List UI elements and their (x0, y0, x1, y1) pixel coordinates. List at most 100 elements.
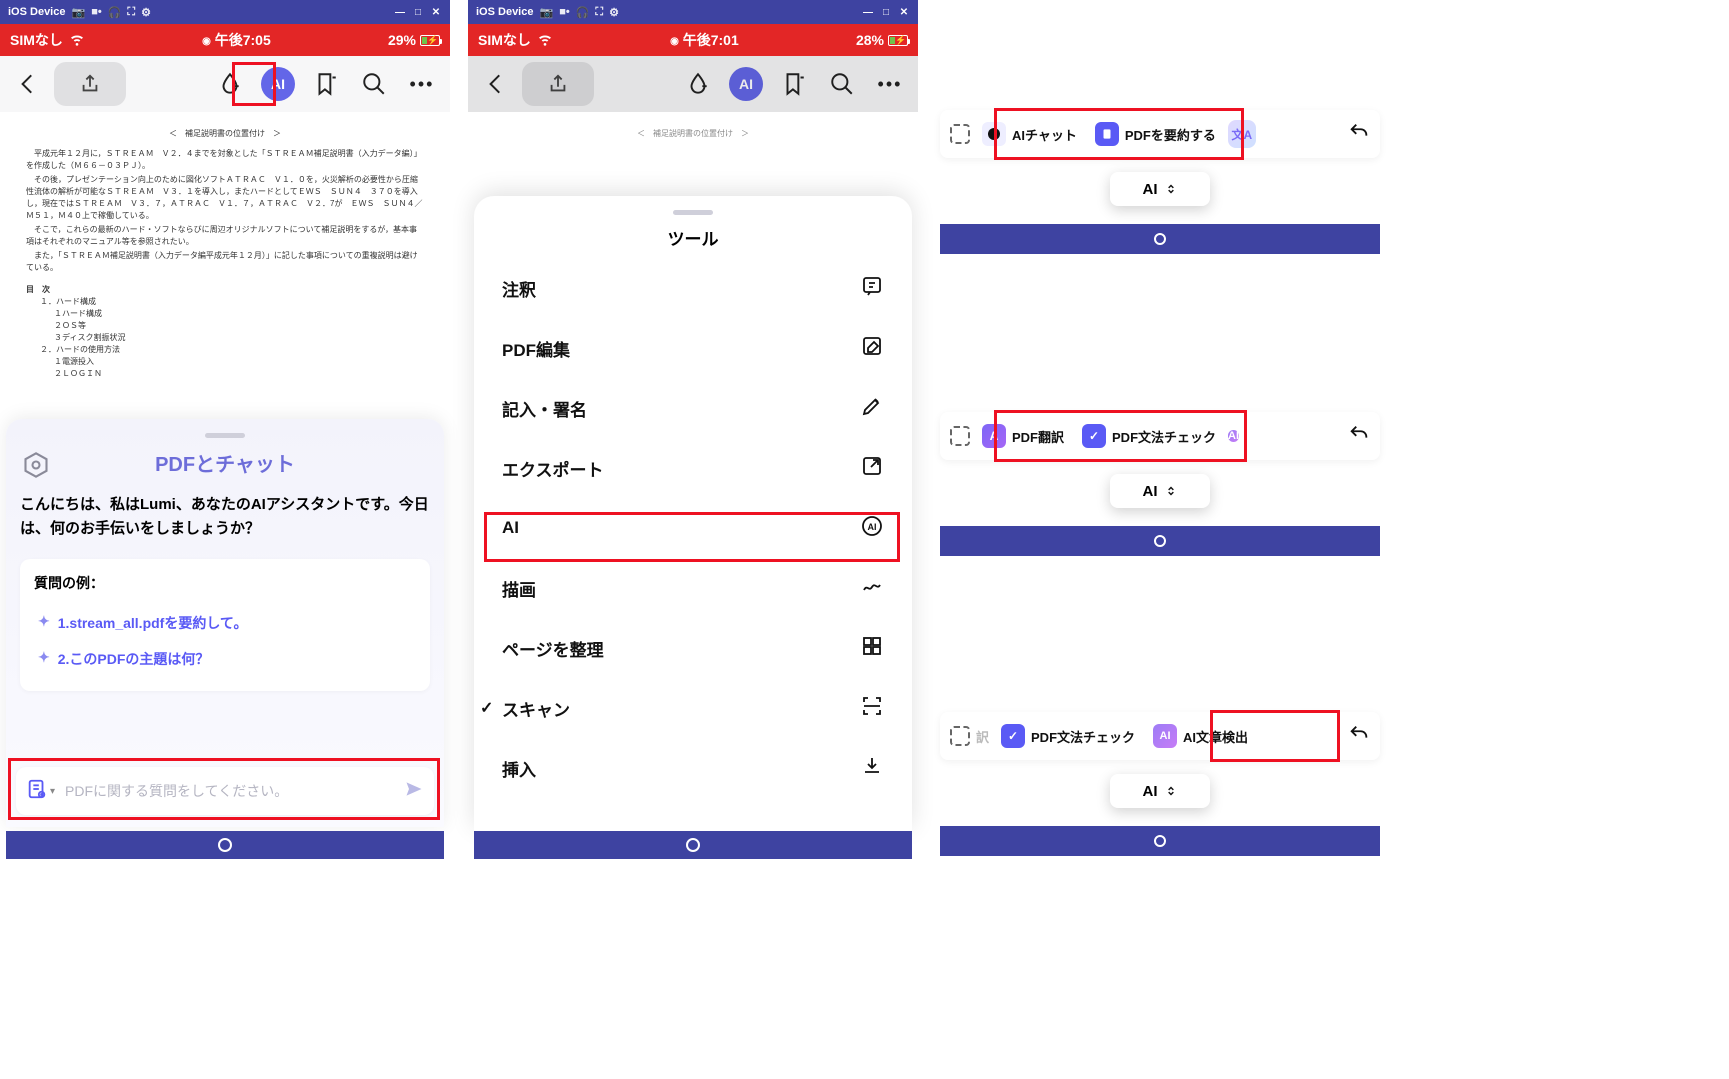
translate-badge-icon[interactable]: 文A (1228, 120, 1256, 148)
search-button[interactable] (352, 62, 396, 106)
status-bar: SIMなし ◉ 午後7:01 28% ⚡ (468, 24, 918, 56)
tool-annotate[interactable]: 注釈 (474, 258, 912, 318)
close-button[interactable]: ✕ (898, 6, 910, 18)
nav-bar (6, 831, 444, 859)
example-prompt[interactable]: ✦ 2.このPDFの主題は何？ (34, 641, 416, 677)
truncated-text: 訳 (976, 727, 989, 746)
pdf-background: ＜ 補足説明書の位置付け ＞ (468, 112, 918, 155)
chip-grammar[interactable]: ✓ PDF文法チェック (1076, 420, 1222, 452)
battery-percent: 29% (388, 32, 416, 48)
check-icon: ✓ (1082, 424, 1106, 448)
back-button[interactable] (474, 62, 518, 106)
home-indicator-icon[interactable] (1154, 535, 1166, 547)
drag-handle[interactable] (673, 210, 713, 215)
toc-item: ２ＯＳ等 (54, 320, 424, 332)
pdf-para: その後，プレゼンテーション向上のために図化ソフトＡＴＲＡＣ Ｖ１．０を，火災解析… (26, 174, 424, 222)
ai-popover[interactable]: AI (1110, 774, 1210, 808)
maximize-button[interactable]: □ (412, 6, 424, 18)
scribble-icon (860, 574, 884, 603)
check-icon: ✓ (1001, 724, 1025, 748)
ai-button[interactable]: AI (256, 62, 300, 106)
pdf-para: そこで，これらの最新のハード・ソフトならびに周辺オリジナルソフトについて補足説明… (26, 224, 424, 248)
minimize-button[interactable]: — (862, 6, 874, 18)
select-icon[interactable] (950, 426, 970, 446)
home-indicator-icon[interactable] (1154, 233, 1166, 245)
mini-toolbar: 訳 ✓ PDF文法チェック AI AI文章検出 (940, 712, 1380, 760)
ai-popover[interactable]: AI (1110, 474, 1210, 508)
chip-ai-detect[interactable]: AI AI文章検出 (1147, 720, 1254, 752)
undo-button[interactable] (1348, 723, 1370, 750)
chip-translate[interactable]: A PDF翻訳 (976, 420, 1070, 452)
toc-title: 目 次 (26, 284, 424, 296)
drag-handle[interactable] (205, 433, 245, 438)
tool-scan[interactable]: ✓ スキャン (474, 678, 912, 738)
select-icon[interactable] (950, 124, 970, 144)
home-indicator-icon[interactable] (686, 838, 700, 852)
ai-badge-icon[interactable]: AI (1228, 430, 1239, 442)
camera-icon[interactable]: 📷 (539, 6, 553, 19)
tool-export[interactable]: エクスポート (474, 438, 912, 498)
picker-caret-icon[interactable]: ▾ (50, 786, 55, 797)
video-icon[interactable]: ■• (559, 6, 570, 18)
bookmark-button[interactable] (304, 62, 348, 106)
undo-button[interactable] (1348, 121, 1370, 148)
share-button[interactable] (522, 62, 594, 106)
chat-input[interactable] (65, 783, 404, 799)
chat-title: PDFとチャット (20, 448, 430, 477)
tool-edit[interactable]: PDF編集 (474, 318, 912, 378)
chat-greeting: こんにちは、私はLumi、あなたのAIアシスタントです。今日は、何のお手伝いをし… (20, 493, 430, 541)
undo-button[interactable] (1348, 423, 1370, 450)
maximize-button[interactable]: □ (880, 6, 892, 18)
bookmark-button[interactable] (772, 62, 816, 106)
more-button[interactable]: ••• (868, 62, 912, 106)
doc-picker-icon[interactable] (26, 778, 48, 805)
select-icon[interactable] (950, 726, 970, 746)
robot-icon (982, 122, 1006, 146)
minimize-button[interactable]: — (394, 6, 406, 18)
ink-button[interactable] (676, 62, 720, 106)
more-button[interactable]: ••• (400, 62, 444, 106)
ai-button[interactable]: AI (724, 62, 768, 106)
send-button[interactable] (404, 779, 424, 804)
tool-draw[interactable]: 描画 (474, 558, 912, 618)
audio-icon[interactable]: 🎧 (576, 6, 590, 19)
video-icon[interactable]: ■• (91, 6, 102, 18)
chip-summarize[interactable]: PDFを要約する (1089, 118, 1222, 150)
tool-organize[interactable]: ページを整理 (474, 618, 912, 678)
chat-panel: PDFとチャット こんにちは、私はLumi、あなたのAIアシスタントです。今日は… (6, 419, 444, 827)
sparkle-icon: ✦ (38, 613, 50, 633)
sim-status: SIMなし (10, 30, 63, 50)
pdf-content[interactable]: ＜ 補足説明書の位置付け ＞ 平成元年１２月に，ＳＴＲＥＡＭ Ｖ２．４までを対象… (0, 112, 450, 422)
expand-icon[interactable]: ⛶ (595, 6, 603, 19)
sort-icon (1164, 784, 1178, 798)
export-icon (860, 454, 884, 483)
search-button[interactable] (820, 62, 864, 106)
annotate-icon (860, 274, 884, 303)
example-prompt[interactable]: ✦ 1.stream_all.pdfを要約して。 (34, 605, 416, 641)
gear-icon[interactable]: ⚙ (141, 6, 151, 19)
device-label: iOS Device (8, 6, 65, 18)
toc-item: １電源投入 (54, 356, 424, 368)
window-titlebar: iOS Device 📷 ■• 🎧 ⛶ ⚙ — □ ✕ (468, 0, 918, 24)
ink-button[interactable] (208, 62, 252, 106)
status-bar: SIMなし ◉ 午後7:05 29% ⚡ (0, 24, 450, 56)
back-button[interactable] (6, 62, 50, 106)
chip-ai-chat[interactable]: AIチャット (976, 118, 1083, 150)
nav-bar (940, 526, 1380, 556)
time-label: 午後7:01 (683, 32, 739, 48)
home-indicator-icon[interactable] (1154, 835, 1166, 847)
camera-icon[interactable]: 📷 (71, 6, 85, 19)
tool-sign[interactable]: 記入・署名 (474, 378, 912, 438)
ai-popover[interactable]: AI (1110, 172, 1210, 206)
tool-ai[interactable]: AI AI (474, 498, 912, 558)
share-button[interactable] (54, 62, 126, 106)
close-button[interactable]: ✕ (430, 6, 442, 18)
gear-icon[interactable]: ⚙ (609, 6, 619, 19)
sort-icon (1164, 484, 1178, 498)
tool-insert[interactable]: 挿入 (474, 738, 912, 798)
examples-box: 質問の例： ✦ 1.stream_all.pdfを要約して。 ✦ 2.このPDF… (20, 559, 430, 691)
expand-icon[interactable]: ⛶ (127, 6, 135, 19)
home-indicator-icon[interactable] (218, 838, 232, 852)
audio-icon[interactable]: 🎧 (108, 6, 122, 19)
chip-grammar[interactable]: ✓ PDF文法チェック (995, 720, 1141, 752)
